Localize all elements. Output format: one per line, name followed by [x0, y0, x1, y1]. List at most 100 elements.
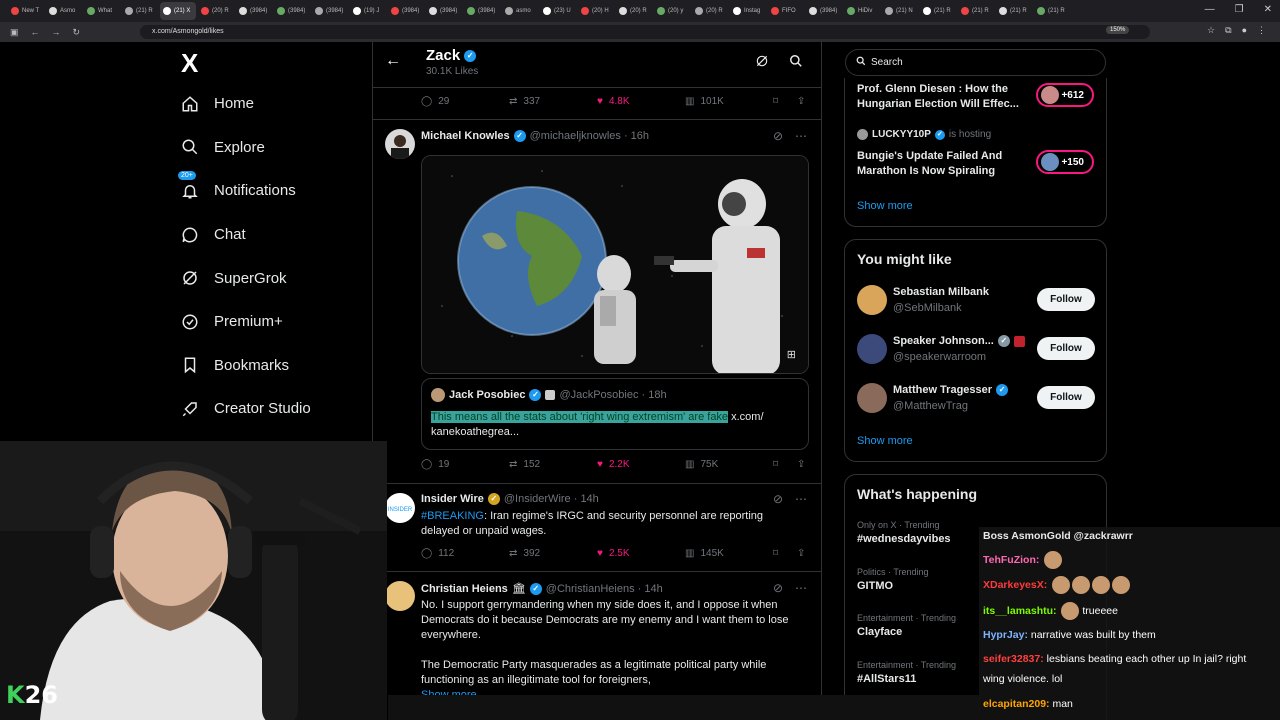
author-name[interactable]: Michael Knowles	[421, 130, 510, 142]
avatar[interactable]: INSIDER	[385, 493, 415, 523]
browser-tab[interactable]: (21) R	[920, 2, 956, 20]
forward-icon[interactable]: →	[52, 27, 61, 37]
browser-tab[interactable]: (3984)	[426, 2, 462, 20]
search-icon[interactable]	[789, 54, 803, 73]
nav-item-notifications[interactable]: 20+ Notifications	[176, 169, 366, 213]
nav-item-chat[interactable]: Chat	[176, 213, 366, 257]
show-more-link[interactable]: Show more	[857, 200, 913, 212]
x-logo[interactable]: X	[181, 48, 366, 82]
trend-item[interactable]: Entertainment · Trending #AllStars11	[857, 660, 956, 685]
tweet-previous[interactable]: ◯ 29 ⇄ 337 ♥ 4.8K ▥ 101K ⌑ ⇪	[373, 88, 821, 120]
reply-button[interactable]: ◯ 19	[421, 459, 509, 470]
avatar[interactable]	[857, 383, 887, 413]
avatar[interactable]	[857, 334, 887, 364]
back-icon[interactable]: ←	[31, 27, 40, 37]
minimize-icon[interactable]: —	[1205, 4, 1215, 15]
bookmark-button[interactable]: ⌑	[773, 548, 797, 559]
search-input[interactable]: Search	[845, 49, 1106, 76]
grok-image-icon[interactable]: ⊞	[787, 348, 796, 361]
author-handle[interactable]: @InsiderWire · 14h	[504, 493, 599, 505]
live-title[interactable]: Bungie's Update Failed And Marathon Is N…	[857, 149, 1027, 179]
browser-tab[interactable]: (21) X	[160, 2, 196, 20]
like-button[interactable]: ♥ 4.8K	[597, 96, 685, 107]
menu-icon[interactable]: ⋮	[1257, 25, 1266, 36]
back-arrow-icon[interactable]: ←	[385, 52, 401, 70]
browser-tab[interactable]: (3984)	[236, 2, 272, 20]
grok-icon[interactable]: ⊘	[773, 492, 783, 506]
browser-tab[interactable]: Asmo	[46, 2, 82, 20]
share-button[interactable]: ⇪	[797, 548, 805, 559]
browser-tab[interactable]: Instag	[730, 2, 766, 20]
author-name[interactable]: Christian Heiens	[421, 583, 508, 595]
retweet-button[interactable]: ⇄ 392	[509, 548, 597, 559]
retweet-button[interactable]: ⇄ 337	[509, 96, 597, 107]
more-icon[interactable]: ⋯	[795, 492, 807, 506]
nav-item-explore[interactable]: Explore	[176, 126, 366, 170]
browser-tab[interactable]: What	[84, 2, 120, 20]
browser-tab[interactable]: (20) y	[654, 2, 690, 20]
browser-tab[interactable]: asmo	[502, 2, 538, 20]
follow-suggestion[interactable]: Matthew Tragesser ✓ @MatthewTrag Follow	[857, 378, 1095, 418]
retweet-button[interactable]: ⇄ 152	[509, 459, 597, 470]
nav-item-supergrok[interactable]: SuperGrok	[176, 256, 366, 300]
browser-tab[interactable]: (3984)	[464, 2, 500, 20]
browser-tab[interactable]: (21) R	[958, 2, 994, 20]
nav-item-premium[interactable]: Premium+	[176, 300, 366, 344]
author-handle[interactable]: @ChristianHeiens · 14h	[546, 583, 663, 595]
browser-tab[interactable]: (19) J	[350, 2, 386, 20]
trend-item[interactable]: Politics · Trending GITMO	[857, 567, 929, 592]
grok-icon[interactable]: ⊘	[773, 581, 783, 595]
tweet-image[interactable]: ⊞	[421, 155, 809, 374]
browser-tab[interactable]: (20) R	[616, 2, 652, 20]
more-icon[interactable]: ⋯	[795, 129, 807, 143]
author-name[interactable]: Insider Wire	[421, 493, 484, 505]
more-icon[interactable]: ⋯	[795, 581, 807, 595]
reload-icon[interactable]: ↻	[73, 27, 81, 38]
hashtag-link[interactable]: #BREAKING	[421, 510, 484, 522]
reply-button[interactable]: ◯ 112	[421, 548, 509, 559]
browser-tab[interactable]: (21) R	[996, 2, 1032, 20]
nav-item-home[interactable]: Home	[176, 82, 366, 126]
avatar[interactable]	[385, 129, 415, 159]
browser-tab[interactable]: (3984)	[312, 2, 348, 20]
nav-item-bookmarks[interactable]: Bookmarks	[176, 344, 366, 388]
extensions-icon[interactable]: ⧉	[1225, 25, 1231, 36]
browser-tab[interactable]: (20) R	[198, 2, 234, 20]
browser-tab[interactable]: (21) N	[882, 2, 918, 20]
bookmark-button[interactable]: ⌑	[773, 96, 797, 107]
like-button[interactable]: ♥ 2.5K	[597, 548, 685, 559]
author-handle[interactable]: @michaeljknowles · 16h	[530, 130, 649, 142]
views-button[interactable]: ▥ 145K	[685, 548, 773, 559]
trend-item[interactable]: Only on X · Trending #wednesdayvibes	[857, 520, 951, 545]
tweet-insider-wire[interactable]: INSIDER Insider Wire ✓ @InsiderWire · 14…	[373, 485, 821, 572]
browser-tab[interactable]: HiDiv	[844, 2, 880, 20]
browser-tab[interactable]: (21) R	[122, 2, 158, 20]
sidebar-toggle-icon[interactable]: ▣	[10, 27, 19, 38]
browser-tab[interactable]: (3984)	[806, 2, 842, 20]
like-button[interactable]: ♥ 2.2K	[597, 459, 685, 470]
browser-tab[interactable]: (20) H	[578, 2, 614, 20]
nav-item-creator-studio[interactable]: Creator Studio	[176, 387, 366, 431]
share-button[interactable]: ⇪	[797, 459, 805, 470]
browser-tab[interactable]: (20) R	[692, 2, 728, 20]
follow-button[interactable]: Follow	[1037, 288, 1095, 311]
browser-tab[interactable]: (21) R	[1034, 2, 1070, 20]
follow-suggestion[interactable]: Speaker Johnson... ✓ @speakerwarroom Fol…	[857, 329, 1095, 369]
follow-button[interactable]: Follow	[1037, 386, 1095, 409]
host-name[interactable]: LUCKYY10P	[872, 129, 931, 140]
profile-icon[interactable]: ●	[1242, 25, 1247, 36]
live-title[interactable]: Prof. Glenn Diesen : How the Hungarian E…	[857, 82, 1027, 112]
browser-tab[interactable]: (3984)	[388, 2, 424, 20]
restore-icon[interactable]: ❐	[1235, 4, 1244, 15]
follow-button[interactable]: Follow	[1037, 337, 1095, 360]
follow-suggestion[interactable]: Sebastian Milbank @SebMilbank Follow	[857, 280, 1095, 320]
views-button[interactable]: ▥ 75K	[685, 459, 773, 470]
browser-tab[interactable]: (3984)	[274, 2, 310, 20]
avatar[interactable]	[857, 285, 887, 315]
url-field[interactable]: x.com/Asmongold/likes	[140, 25, 1150, 39]
trend-item[interactable]: Entertainment · Trending Clayface	[857, 613, 956, 638]
quoted-tweet[interactable]: Jack Posobiec ✓ @JackPosobiec · 18h This…	[421, 378, 809, 450]
views-button[interactable]: ▥ 101K	[685, 96, 773, 107]
avatar[interactable]	[385, 581, 415, 611]
close-icon[interactable]: ✕	[1264, 4, 1272, 15]
